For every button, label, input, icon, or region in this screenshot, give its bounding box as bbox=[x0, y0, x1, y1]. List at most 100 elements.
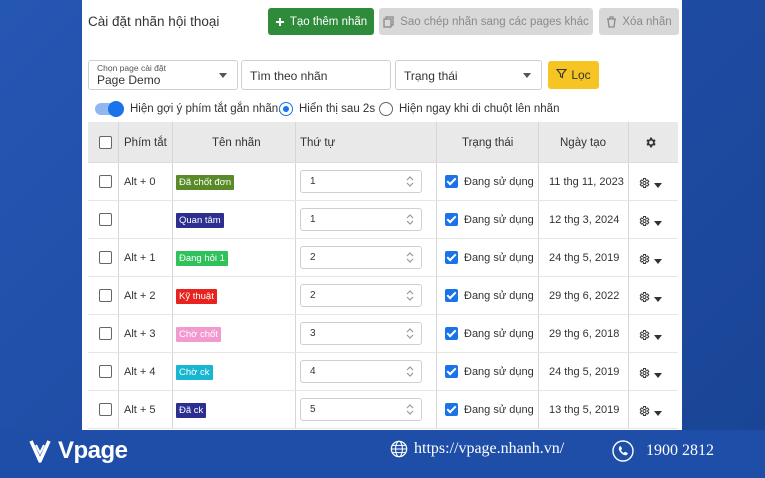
row-checkbox[interactable] bbox=[99, 327, 112, 340]
select-all-checkbox[interactable] bbox=[99, 136, 112, 149]
status-text: Đang sử dụng bbox=[464, 214, 534, 226]
shortcut-cell: Alt + 4 bbox=[124, 366, 156, 378]
website-link[interactable]: https://vpage.nhanh.vn/ bbox=[390, 440, 564, 458]
stepper-icon[interactable] bbox=[405, 289, 415, 302]
globe-icon bbox=[390, 440, 408, 458]
shortcut-hint-toggle[interactable] bbox=[95, 101, 124, 117]
column-settings-icon[interactable] bbox=[644, 122, 657, 163]
filter-label: Lọc bbox=[571, 68, 591, 82]
status-text: Đang sử dụng bbox=[464, 290, 534, 302]
order-value: 3 bbox=[310, 328, 316, 339]
status-checkbox[interactable] bbox=[445, 327, 458, 340]
row-checkbox[interactable] bbox=[99, 289, 112, 302]
status-text: Đang sử dụng bbox=[464, 366, 534, 378]
row-checkbox[interactable] bbox=[99, 403, 112, 416]
label-tag[interactable]: Chờ chốt bbox=[176, 326, 221, 342]
label-search-placeholder: Tìm theo nhãn bbox=[250, 69, 328, 83]
row-checkbox[interactable] bbox=[99, 175, 112, 188]
order-input[interactable]: 1 bbox=[300, 208, 422, 231]
status-checkbox[interactable] bbox=[445, 289, 458, 302]
gear-icon bbox=[638, 366, 650, 384]
status-checkbox[interactable] bbox=[445, 175, 458, 188]
stepper-icon[interactable] bbox=[405, 365, 415, 378]
delete-label-text: Xóa nhãn bbox=[622, 15, 672, 28]
row-checkbox[interactable] bbox=[99, 213, 112, 226]
row-settings-menu[interactable] bbox=[638, 214, 662, 232]
caret-down-icon bbox=[219, 73, 227, 78]
plus-icon bbox=[275, 17, 285, 27]
filter-button[interactable]: Lọc bbox=[548, 61, 599, 89]
status-text: Đang sử dụng bbox=[464, 252, 534, 264]
vpage-logo-icon bbox=[29, 440, 51, 463]
label-tag[interactable]: Đã chốt đơn bbox=[176, 174, 235, 190]
header-label-name: Tên nhãn bbox=[212, 136, 261, 149]
radio-show-after-delay[interactable] bbox=[279, 102, 293, 116]
header-status: Trạng thái bbox=[462, 136, 514, 149]
table-row: Alt + 4 Chờ ck 4 Đang sử dụng 24 thg 5, 2019 bbox=[88, 353, 678, 391]
order-value: 1 bbox=[310, 214, 316, 225]
gear-icon bbox=[638, 214, 650, 232]
created-date: 29 thg 6, 2022 bbox=[549, 290, 620, 302]
shortcut-cell: Alt + 0 bbox=[124, 176, 156, 188]
stepper-icon[interactable] bbox=[405, 327, 415, 340]
status-text: Đang sử dụng bbox=[464, 404, 534, 416]
status-text: Đang sử dụng bbox=[464, 176, 534, 188]
create-label-button[interactable]: Tạo thêm nhãn bbox=[268, 8, 374, 35]
delete-label-button[interactable]: Xóa nhãn bbox=[599, 8, 679, 35]
created-date: 12 thg 3, 2024 bbox=[549, 214, 620, 226]
row-settings-menu[interactable] bbox=[638, 366, 662, 384]
radio-show-after-delay-label: Hiển thị sau 2s bbox=[299, 103, 376, 115]
brand-name: Vpage bbox=[58, 437, 128, 464]
label-tag[interactable]: Quan tâm bbox=[176, 212, 224, 228]
copy-labels-button[interactable]: Sao chép nhãn sang các pages khác bbox=[379, 8, 593, 35]
gear-icon bbox=[638, 176, 650, 194]
created-date: 29 thg 6, 2018 bbox=[549, 328, 620, 340]
stepper-icon[interactable] bbox=[405, 175, 415, 188]
shortcut-cell: Alt + 3 bbox=[124, 328, 156, 340]
page-select[interactable]: Chọn page cài đặt Page Demo bbox=[88, 60, 238, 90]
label-tag[interactable]: Đang hỏi 1 bbox=[176, 250, 228, 266]
gear-icon bbox=[638, 404, 650, 422]
created-date: 11 thg 11, 2023 bbox=[549, 176, 624, 188]
website-url: https://vpage.nhanh.vn/ bbox=[414, 440, 565, 457]
row-settings-menu[interactable] bbox=[638, 328, 662, 346]
stepper-icon[interactable] bbox=[405, 213, 415, 226]
stepper-icon[interactable] bbox=[405, 403, 415, 416]
label-tag[interactable]: Đã ck bbox=[176, 402, 207, 418]
order-input[interactable]: 2 bbox=[300, 246, 422, 269]
status-checkbox[interactable] bbox=[445, 403, 458, 416]
status-checkbox[interactable] bbox=[445, 213, 458, 226]
header-order: Thứ tự bbox=[300, 136, 336, 149]
radio-show-on-hover[interactable] bbox=[379, 102, 393, 116]
order-input[interactable]: 3 bbox=[300, 322, 422, 345]
table-body: Alt + 0 Đã chốt đơn 1 Đang sử dụng 11 thg 11… bbox=[88, 163, 678, 429]
label-tag[interactable]: Kỹ thuật bbox=[176, 288, 217, 304]
label-search-input[interactable]: Tìm theo nhãn bbox=[241, 60, 391, 90]
status-checkbox[interactable] bbox=[445, 365, 458, 378]
row-settings-menu[interactable] bbox=[638, 176, 662, 194]
caret-down-icon bbox=[654, 334, 662, 340]
stepper-icon[interactable] bbox=[405, 251, 415, 264]
table-row: Alt + 0 Đã chốt đơn 1 Đang sử dụng 11 thg 11… bbox=[88, 163, 678, 201]
order-input[interactable]: 2 bbox=[300, 284, 422, 307]
order-input[interactable]: 4 bbox=[300, 360, 422, 383]
label-tag[interactable]: Chờ ck bbox=[176, 364, 213, 380]
table-header: Phím tắt Tên nhãn Thứ tự Trạng thái Ngày… bbox=[88, 122, 678, 163]
row-settings-menu[interactable] bbox=[638, 252, 662, 270]
row-checkbox[interactable] bbox=[99, 251, 112, 264]
order-value: 1 bbox=[310, 176, 316, 187]
row-checkbox[interactable] bbox=[99, 365, 112, 378]
order-input[interactable]: 1 bbox=[300, 170, 422, 193]
row-settings-menu[interactable] bbox=[638, 290, 662, 308]
order-input[interactable]: 5 bbox=[300, 398, 422, 421]
row-settings-menu[interactable] bbox=[638, 404, 662, 422]
label-settings-panel: Cài đặt nhãn hội thoại Tạo thêm nhãn Sao… bbox=[82, 0, 682, 430]
hotline[interactable]: 1900 2812 bbox=[612, 440, 714, 462]
labels-table: Phím tắt Tên nhãn Thứ tự Trạng thái Ngày… bbox=[88, 122, 678, 429]
status-select[interactable]: Trạng thái bbox=[395, 60, 542, 90]
radio-show-on-hover-label: Hiện ngay khi di chuột lên nhãn bbox=[399, 103, 560, 115]
filter-icon bbox=[556, 68, 568, 82]
status-checkbox[interactable] bbox=[445, 251, 458, 264]
table-row: Alt + 3 Chờ chốt 3 Đang sử dụng 29 thg 6, 20… bbox=[88, 315, 678, 353]
order-value: 4 bbox=[310, 366, 316, 377]
